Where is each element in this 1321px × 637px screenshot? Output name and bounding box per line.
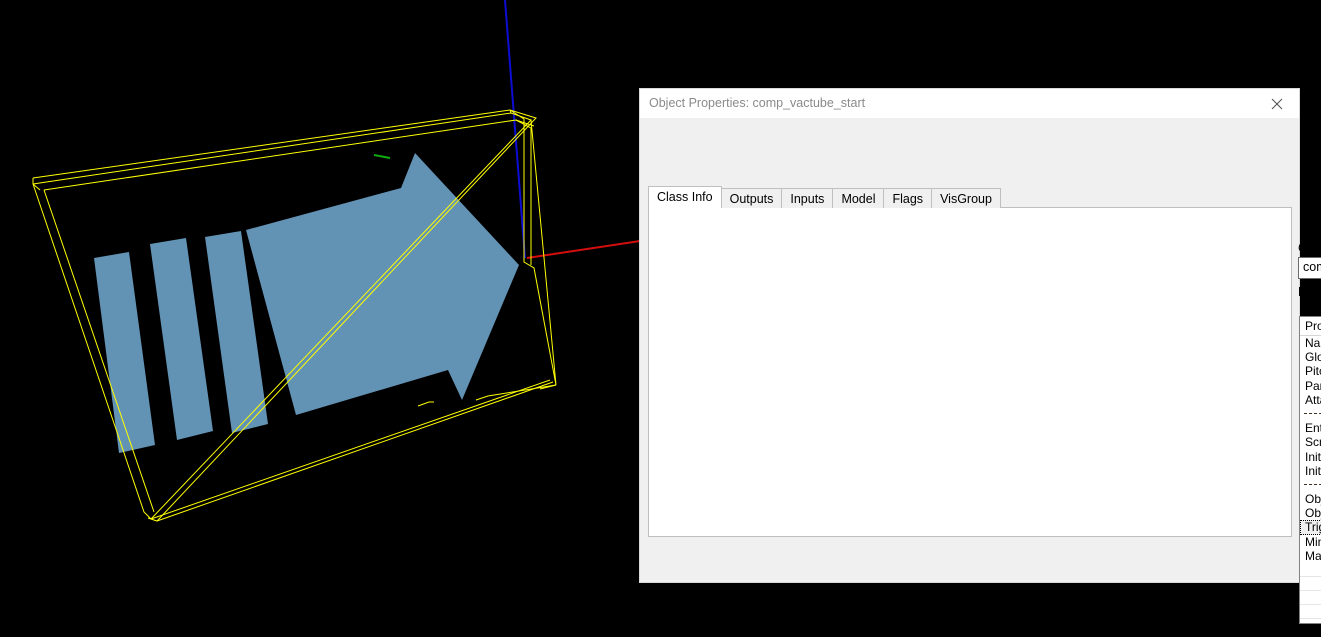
tab-visgroup[interactable]: VisGroup bbox=[931, 188, 1001, 208]
separator-line bbox=[1304, 412, 1321, 414]
property-row-name: Global Entity Name bbox=[1305, 350, 1321, 365]
separator-line bbox=[1304, 483, 1321, 485]
property-row-name: Maximum Time bbox=[1305, 548, 1321, 563]
grid-row-line bbox=[1300, 604, 1321, 605]
property-row-name: Script think function bbox=[1305, 435, 1321, 450]
property-row[interactable]: Entity Scripts bbox=[1300, 421, 1321, 435]
app-root: Object Properties: comp_vactube_start Cl… bbox=[0, 0, 1321, 637]
property-row-name: Parent bbox=[1305, 378, 1321, 393]
property-row[interactable]: Global Entity Name bbox=[1300, 350, 1321, 364]
property-row-selected[interactable]: Trigger automatically Yes bbox=[1300, 520, 1321, 535]
tab-flags[interactable]: Flags bbox=[883, 188, 933, 208]
property-row[interactable]: Init Code 2 bbox=[1300, 464, 1321, 478]
property-row[interactable]: Script think function bbox=[1300, 435, 1321, 449]
class-combobox[interactable]: comp_vactube_start bbox=[1298, 257, 1321, 279]
property-row[interactable]: Init Code bbox=[1300, 450, 1321, 464]
tab-inputs[interactable]: Inputs bbox=[781, 188, 834, 208]
property-row-separator bbox=[1300, 407, 1321, 421]
property-grid[interactable]: Property Name Value Name Global Entity N… bbox=[1299, 316, 1321, 624]
property-row-name: Init Code 2 bbox=[1305, 463, 1321, 478]
tab-outputs[interactable]: Outputs bbox=[720, 188, 783, 208]
property-row-name: Object Group bbox=[1305, 492, 1321, 507]
tab-row: Class Info Outputs Inputs Model Flags Vi… bbox=[648, 186, 1001, 208]
grid-row-line bbox=[1300, 590, 1321, 591]
dialog-title: Object Properties: comp_vactube_start bbox=[649, 96, 866, 110]
tab-page-class-info bbox=[648, 207, 1292, 537]
tab-model[interactable]: Model bbox=[832, 188, 885, 208]
class-label: Class: bbox=[1298, 241, 1321, 255]
dialog-titlebar[interactable]: Object Properties: comp_vactube_start bbox=[640, 89, 1299, 118]
tab-class-info[interactable]: Class Info bbox=[648, 186, 722, 208]
close-icon bbox=[1271, 98, 1283, 110]
property-row[interactable]: Attachment Point bbox=[1300, 393, 1321, 407]
property-row[interactable]: Object Group bbox=[1300, 492, 1321, 506]
property-row[interactable]: Maximum Time 0.5 bbox=[1300, 549, 1321, 563]
property-row[interactable]: Minimum Time 0.15 bbox=[1300, 535, 1321, 549]
grid-row-line bbox=[1300, 576, 1321, 577]
property-row[interactable]: Pitch Yaw Roll (X Y Z) 0 0 0 bbox=[1300, 364, 1321, 378]
class-combobox-value: comp_vactube_start bbox=[1303, 260, 1321, 274]
property-row-name: Init Code bbox=[1305, 449, 1321, 464]
property-row-name: Object Speed bbox=[1305, 506, 1321, 521]
object-properties-dialog: Object Properties: comp_vactube_start Cl… bbox=[639, 88, 1321, 624]
property-row-name: Attachment Point bbox=[1305, 392, 1321, 407]
property-row[interactable]: Object Speed 800.0 bbox=[1300, 506, 1321, 520]
property-row-name: Entity Scripts bbox=[1305, 421, 1321, 436]
property-row-separator bbox=[1300, 478, 1321, 492]
grid-row-line bbox=[1300, 618, 1321, 619]
property-row[interactable]: Name bbox=[1300, 336, 1321, 350]
property-row-name: Minimum Time bbox=[1305, 534, 1321, 549]
property-row[interactable]: Parent bbox=[1300, 379, 1321, 393]
property-row-name: Name bbox=[1305, 336, 1321, 350]
property-grid-header: Property Name Value bbox=[1300, 317, 1321, 336]
column-header-property-name: Property Name bbox=[1305, 319, 1321, 333]
tab-strip: Class Info Outputs Inputs Model Flags Vi… bbox=[648, 186, 1292, 208]
keyvalues-label: Keyvalues: bbox=[1298, 285, 1321, 299]
property-row-name: Pitch Yaw Roll (X Y Z) bbox=[1305, 364, 1321, 379]
close-button[interactable] bbox=[1255, 89, 1299, 118]
property-row-name: Trigger automatically bbox=[1305, 520, 1321, 535]
